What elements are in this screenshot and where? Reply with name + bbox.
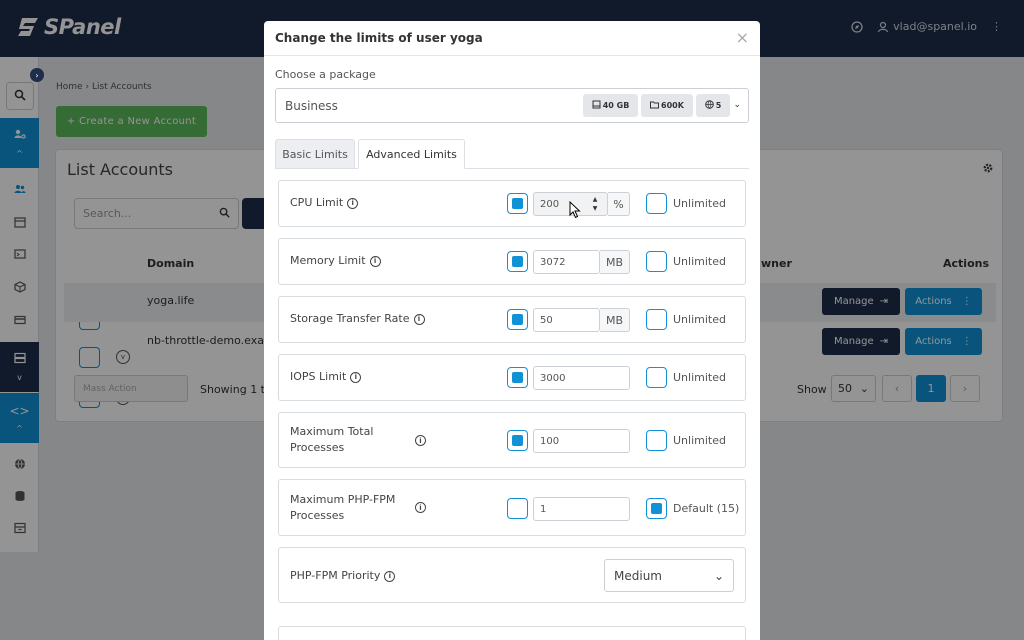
limit-row-max-total-processes: Maximum Total Processes i 100 Unlimited [278, 412, 746, 468]
max-total-processes-input[interactable]: 100 [533, 429, 630, 453]
max-phpfpm-processes-line2: Processes [290, 509, 345, 522]
memory-limit-unit: MB [600, 250, 630, 274]
storage-transfer-label: Storage Transfer Rate i [290, 311, 425, 327]
phpfpm-priority-select[interactable]: Medium ⌄ [604, 559, 734, 592]
storage-transfer-text: Storage Transfer Rate [290, 312, 410, 325]
files-badge: 600K [641, 94, 693, 117]
folder-icon [650, 100, 660, 111]
phpfpm-priority-label: PHP-FPM Priority i [290, 568, 396, 584]
limit-row-next [278, 626, 746, 640]
modal-header: Change the limits of user yoga × [264, 21, 760, 56]
number-spinner[interactable]: ▲ ▼ [590, 193, 600, 215]
storage-transfer-unit: MB [600, 308, 630, 332]
chevron-down-icon: ⌄ [713, 568, 724, 583]
info-icon[interactable]: i [369, 255, 381, 267]
limit-row-cpu: CPU Limit i 200 ▲ ▼ % Unlimited [278, 180, 746, 227]
limits-tabs: Basic Limits Advanced Limits [275, 139, 749, 169]
iops-limit-input[interactable]: 3000 [533, 366, 630, 390]
tab-advanced-limits[interactable]: Advanced Limits [358, 139, 465, 169]
info-icon[interactable]: i [415, 502, 426, 513]
tab-basic-limits[interactable]: Basic Limits [275, 139, 355, 169]
info-icon[interactable]: i [384, 570, 396, 582]
limit-row-max-phpfpm-processes: Maximum PHP-FPM Processes i 1 Default (15… [278, 479, 746, 536]
disk-value: 40 GB [602, 101, 630, 110]
max-total-processes-enable-checkbox[interactable] [507, 430, 528, 451]
info-icon[interactable]: i [413, 313, 425, 325]
max-total-processes-unlimited-label: Unlimited [673, 434, 726, 447]
limits-modal: Change the limits of user yoga × Choose … [264, 21, 760, 640]
close-icon[interactable]: × [736, 30, 749, 46]
memory-limit-enable-checkbox[interactable] [507, 251, 528, 272]
disk-icon [592, 100, 601, 111]
max-total-processes-value: 100 [540, 435, 560, 447]
package-label: Choose a package [275, 68, 376, 81]
max-phpfpm-processes-enable-checkbox[interactable] [507, 498, 528, 519]
max-phpfpm-processes-line1: Maximum PHP-FPM [290, 493, 396, 506]
disk-badge: 40 GB [583, 94, 638, 117]
max-phpfpm-default-checkbox[interactable] [646, 498, 667, 519]
spin-up-icon[interactable]: ▲ [593, 195, 598, 204]
package-name: Business [285, 99, 338, 113]
storage-transfer-enable-checkbox[interactable] [507, 309, 528, 330]
max-phpfpm-default-label: Default (15) [673, 502, 740, 515]
cpu-limit-value: 200 [540, 198, 560, 210]
cpu-unlimited-checkbox[interactable] [646, 193, 667, 214]
cpu-limit-label: CPU Limit i [290, 195, 359, 211]
storage-transfer-input[interactable]: 50 [533, 308, 600, 332]
cpu-limit-enable-checkbox[interactable] [507, 193, 528, 214]
spin-down-icon[interactable]: ▼ [593, 204, 598, 213]
max-total-processes-line1: Maximum Total [290, 425, 374, 438]
iops-limit-label: IOPS Limit i [290, 369, 362, 385]
memory-limit-value: 3072 [540, 256, 566, 268]
globe-icon [704, 100, 714, 111]
limit-row-phpfpm-priority: PHP-FPM Priority i Medium ⌄ [278, 547, 746, 603]
phpfpm-priority-value: Medium [614, 568, 662, 583]
cpu-limit-unit: % [608, 192, 630, 216]
memory-unlimited-checkbox[interactable] [646, 251, 667, 272]
cpu-unlimited-label: Unlimited [673, 197, 726, 210]
domains-badge: 5 [696, 94, 730, 117]
iops-limit-enable-checkbox[interactable] [507, 367, 528, 388]
files-value: 600K [661, 101, 684, 110]
limit-row-iops: IOPS Limit i 3000 Unlimited [278, 354, 746, 401]
mouse-cursor-icon [569, 201, 581, 219]
max-total-processes-line2: Processes [290, 441, 345, 454]
iops-limit-value: 3000 [540, 372, 566, 384]
memory-limit-input[interactable]: 3072 [533, 250, 600, 274]
max-total-processes-label: Maximum Total Processes [290, 424, 373, 456]
iops-unlimited-label: Unlimited [673, 371, 726, 384]
max-phpfpm-processes-value: 1 [540, 503, 547, 515]
max-phpfpm-processes-label: Maximum PHP-FPM Processes [290, 492, 395, 524]
phpfpm-priority-text: PHP-FPM Priority [290, 569, 381, 582]
modal-title: Change the limits of user yoga [275, 31, 483, 45]
limit-row-memory: Memory Limit i 3072 MB Unlimited [278, 238, 746, 285]
max-total-processes-unlimited-checkbox[interactable] [646, 430, 667, 451]
info-icon[interactable]: i [347, 197, 359, 209]
max-phpfpm-processes-input[interactable]: 1 [533, 497, 630, 521]
cpu-limit-text: CPU Limit [290, 196, 344, 209]
storage-transfer-unlimited-checkbox[interactable] [646, 309, 667, 330]
info-icon[interactable]: i [415, 435, 426, 446]
info-icon[interactable]: i [350, 371, 362, 383]
package-select[interactable]: Business 40 GB 600K 5 ⌄ [275, 88, 749, 123]
iops-unlimited-checkbox[interactable] [646, 367, 667, 388]
domains-value: 5 [715, 101, 722, 110]
iops-limit-text: IOPS Limit [290, 370, 347, 383]
sidebar-toggle-button[interactable]: › [30, 68, 44, 82]
storage-transfer-unlimited-label: Unlimited [673, 313, 726, 326]
chevron-down-icon: ⌄ [733, 100, 741, 110]
memory-unlimited-label: Unlimited [673, 255, 726, 268]
limit-row-storage-transfer: Storage Transfer Rate i 50 MB Unlimited [278, 296, 746, 343]
memory-limit-label: Memory Limit i [290, 253, 381, 269]
storage-transfer-value: 50 [540, 314, 553, 326]
memory-limit-text: Memory Limit [290, 254, 366, 267]
